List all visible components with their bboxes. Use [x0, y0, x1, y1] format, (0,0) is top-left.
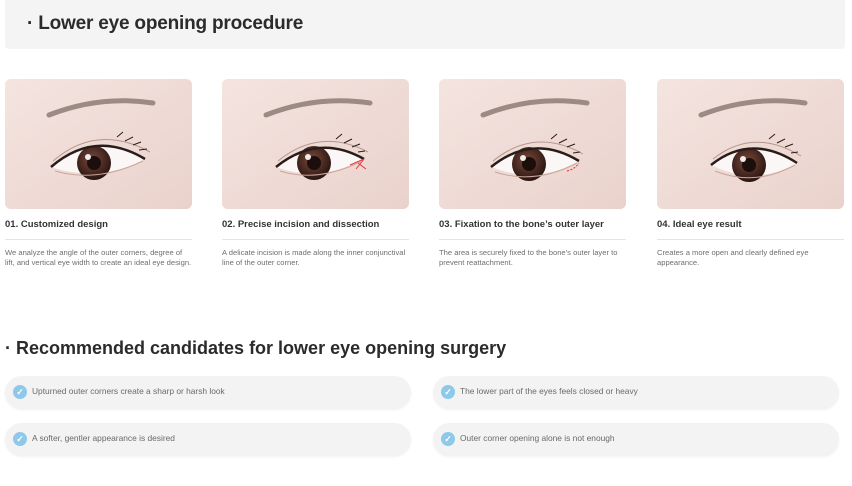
step-title: 02. Precise incision and dissection	[222, 219, 380, 230]
page-title: · Lower eye opening procedure	[27, 13, 304, 34]
divider	[657, 239, 844, 240]
step-1-eye-illustration	[5, 79, 192, 209]
step-4-eye-illustration	[657, 79, 844, 209]
step-card-4: 04. Ideal eye result Creates a more open…	[657, 79, 845, 267]
step-description: Creates a more open and clearly defined …	[657, 248, 809, 267]
check-circle-icon: ✓	[441, 385, 455, 399]
candidate-item: ✓ Outer corner opening alone is not enou…	[433, 423, 839, 456]
candidate-item: ✓ The lower part of the eyes feels close…	[433, 376, 839, 409]
candidate-text: Outer corner opening alone is not enough	[460, 433, 615, 443]
candidate-text: A softer, gentler appearance is desired	[32, 433, 175, 443]
procedure-steps: 01. Customized design We analyze the ang…	[5, 79, 845, 289]
step-description: A delicate incision is made along the in…	[222, 248, 406, 267]
divider	[439, 239, 626, 240]
candidate-item: ✓ A softer, gentler appearance is desire…	[5, 423, 411, 456]
candidate-text: Upturned outer corners create a sharp or…	[32, 386, 225, 396]
step-title: 01. Customized design	[5, 219, 108, 230]
step-card-3: 03. Fixation to the bone’s outer layer T…	[439, 79, 627, 267]
check-circle-icon: ✓	[13, 385, 27, 399]
step-description: The area is securely fixed to the bone’s…	[439, 248, 618, 267]
step-3-eye-illustration	[439, 79, 626, 209]
step-card-2: 02. Precise incision and dissection A de…	[222, 79, 410, 267]
candidate-item: ✓ Upturned outer corners create a sharp …	[5, 376, 411, 409]
step-card-1: 01. Customized design We analyze the ang…	[5, 79, 193, 267]
divider	[222, 239, 409, 240]
step-title: 04. Ideal eye result	[657, 219, 742, 230]
divider	[5, 239, 192, 240]
candidate-text: The lower part of the eyes feels closed …	[460, 386, 638, 396]
step-title: 03. Fixation to the bone’s outer layer	[439, 219, 604, 230]
section-header: · Lower eye opening procedure	[5, 0, 845, 49]
step-2-eye-illustration	[222, 79, 409, 209]
check-circle-icon: ✓	[441, 432, 455, 446]
candidates-title: · Recommended candidates for lower eye o…	[5, 338, 507, 358]
step-description: We analyze the angle of the outer corner…	[5, 248, 192, 267]
check-circle-icon: ✓	[13, 432, 27, 446]
